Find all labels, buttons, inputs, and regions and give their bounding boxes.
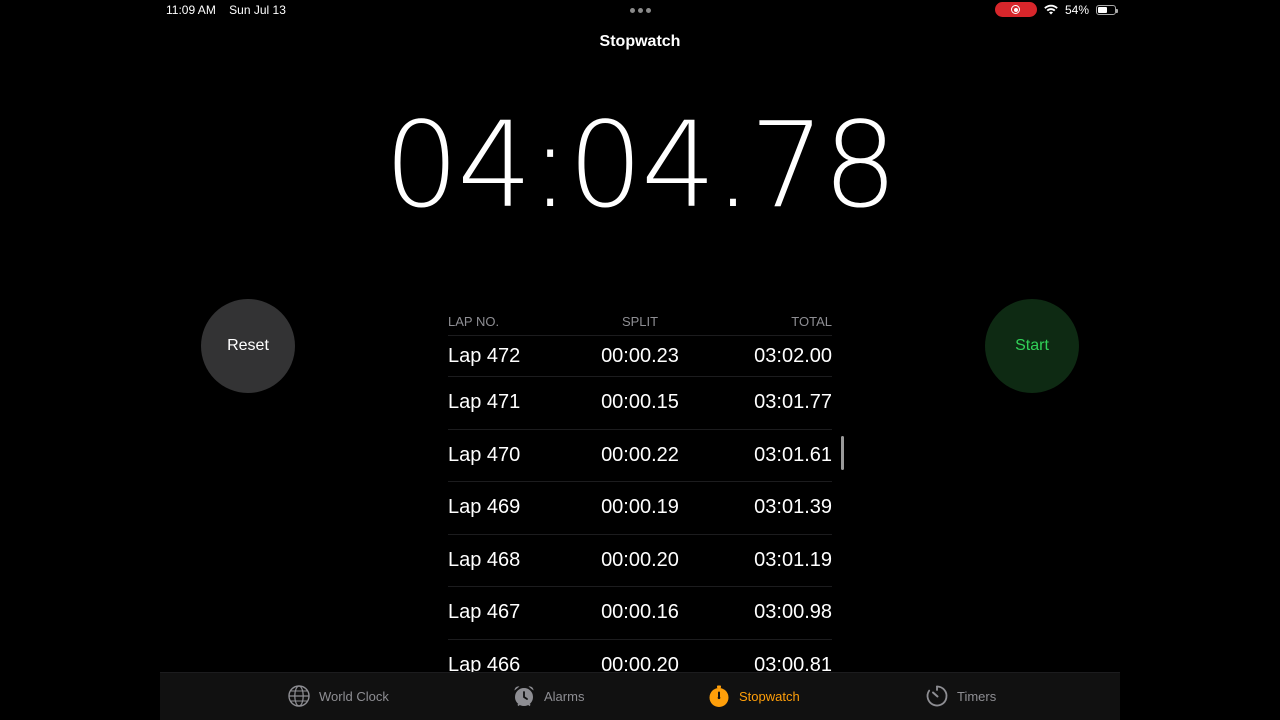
tab-bar: World Clock Alarms Stopwatch Timers bbox=[160, 672, 1120, 720]
status-bar-right: 54% bbox=[994, 2, 1118, 17]
header-split: SPLIT bbox=[621, 314, 659, 329]
lap-total: 03:01.77 bbox=[754, 391, 832, 414]
page-title: Stopwatch bbox=[599, 33, 681, 50]
lap-split: 00:00.19 bbox=[601, 496, 679, 519]
wifi-icon bbox=[1044, 4, 1058, 15]
lap-total: 03:01.19 bbox=[754, 548, 832, 571]
tab-stopwatch[interactable]: Stopwatch bbox=[707, 684, 800, 708]
tab-label: Timers bbox=[957, 688, 997, 704]
status-bar-left: 11:09 AM Sun Jul 13 bbox=[166, 3, 296, 17]
lap-number: Lap 466 bbox=[448, 653, 521, 672]
tab-world-clock[interactable]: World Clock bbox=[287, 684, 389, 708]
lap-number: Lap 469 bbox=[448, 496, 521, 519]
lap-number: Lap 468 bbox=[448, 548, 521, 571]
table-row: Lap 466 00:00.20 03:00.81 bbox=[448, 640, 832, 672]
table-row: Lap 471 00:00.15 03:01.77 bbox=[448, 377, 832, 430]
tab-label: Alarms bbox=[544, 688, 585, 704]
tab-label: World Clock bbox=[319, 688, 389, 704]
lap-total: 03:01.61 bbox=[754, 443, 832, 466]
lap-total: 03:02.00 bbox=[754, 344, 832, 367]
scrollbar[interactable] bbox=[841, 436, 844, 470]
status-time: 11:09 AM bbox=[166, 3, 216, 17]
lap-split: 00:00.15 bbox=[601, 391, 679, 414]
stopwatch-display: 04:04.78 bbox=[384, 96, 898, 234]
tab-timers[interactable]: Timers bbox=[925, 684, 996, 708]
table-row: Lap 467 00:00.16 03:00.98 bbox=[448, 587, 832, 640]
lap-total: 03:01.39 bbox=[754, 496, 832, 519]
screen-recording-icon[interactable] bbox=[994, 2, 1037, 17]
multitasking-dots-icon[interactable] bbox=[630, 8, 651, 13]
status-date: Sun Jul 13 bbox=[229, 3, 286, 17]
lap-number: Lap 472 bbox=[448, 344, 521, 367]
lap-number: Lap 470 bbox=[448, 443, 521, 466]
tab-label: Stopwatch bbox=[739, 688, 800, 704]
lap-table-header: LAP NO. SPLIT TOTAL bbox=[448, 308, 832, 336]
table-row: Lap 468 00:00.20 03:01.19 bbox=[448, 535, 832, 587]
lap-number: Lap 467 bbox=[448, 601, 521, 624]
header-lap-no: LAP NO. bbox=[448, 314, 500, 329]
reset-button[interactable]: Reset bbox=[201, 299, 295, 393]
lap-split: 00:00.22 bbox=[601, 443, 679, 466]
battery-icon bbox=[1096, 4, 1118, 15]
timer-icon bbox=[926, 685, 948, 707]
lap-total: 03:00.81 bbox=[754, 653, 832, 672]
lap-split: 00:00.20 bbox=[601, 548, 679, 571]
tab-alarms[interactable]: Alarms bbox=[512, 684, 584, 708]
table-row: Lap 470 00:00.22 03:01.61 bbox=[448, 430, 832, 482]
table-row: Lap 469 00:00.19 03:01.39 bbox=[448, 482, 832, 535]
stopwatch-icon bbox=[709, 685, 729, 707]
header-total: TOTAL bbox=[791, 314, 832, 329]
lap-split: 00:00.20 bbox=[601, 653, 679, 672]
lap-number: Lap 471 bbox=[448, 391, 521, 414]
start-button[interactable]: Start bbox=[985, 299, 1079, 393]
lap-split: 00:00.23 bbox=[601, 344, 679, 367]
lap-split: 00:00.16 bbox=[601, 601, 679, 624]
lap-table[interactable]: LAP NO. SPLIT TOTAL Lap 472 00:00.23 03:… bbox=[448, 308, 832, 672]
stopwatch-screen: 11:09 AM Sun Jul 13 54% Stopwatch 04:04.… bbox=[160, 0, 1120, 720]
battery-percent: 54% bbox=[1064, 2, 1089, 17]
alarm-clock-icon bbox=[514, 686, 534, 707]
globe-icon bbox=[288, 685, 310, 707]
lap-total: 03:00.98 bbox=[754, 601, 832, 624]
table-row: Lap 472 00:00.23 03:02.00 bbox=[448, 336, 832, 377]
